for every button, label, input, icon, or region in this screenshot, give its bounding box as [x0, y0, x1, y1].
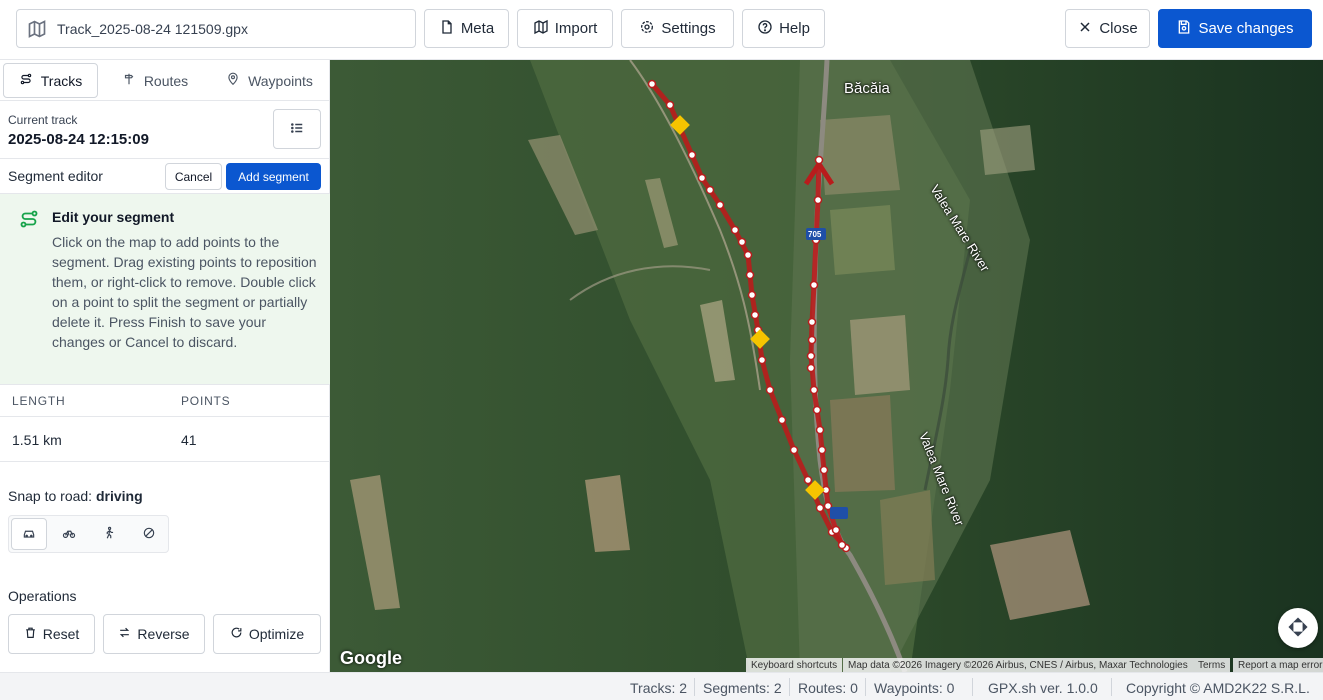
optimize-button[interactable]: Optimize: [213, 614, 321, 654]
file-name-field[interactable]: Track_2025-08-24 121509.gpx: [16, 9, 416, 48]
report-map-error-link[interactable]: Report a map error: [1233, 658, 1323, 672]
snap-cycling-button[interactable]: [51, 518, 87, 550]
optimize-label: Optimize: [248, 626, 305, 642]
route-icon: [18, 208, 40, 230]
segments-count: Segments: 2: [703, 680, 782, 696]
map-data-attribution: Map data ©2026 Imagery ©2026 Airbus, CNE…: [843, 658, 1193, 672]
map-icon: [27, 19, 47, 39]
reset-button[interactable]: Reset: [8, 614, 95, 654]
divider: [865, 678, 866, 696]
reverse-label: Reverse: [137, 626, 190, 642]
meta-label: Meta: [460, 20, 495, 37]
track-list-button[interactable]: [273, 109, 321, 149]
refresh-icon: [230, 626, 243, 642]
app-version: GPX.sh ver. 1.0.0: [988, 680, 1098, 696]
save-changes-button[interactable]: Save changes: [1158, 9, 1312, 48]
help-icon: [757, 19, 773, 39]
gear-icon: [639, 19, 655, 39]
tab-bar: Tracks Routes Waypoints: [0, 60, 330, 101]
meta-button[interactable]: Meta: [424, 9, 509, 48]
info-title: Edit your segment: [52, 209, 175, 225]
top-bar: Track_2025-08-24 121509.gpx Meta Import …: [0, 0, 1323, 60]
waypoints-count: Waypoints: 0: [874, 680, 955, 696]
info-body: Click on the map to add points to the se…: [52, 234, 317, 350]
car-icon: [22, 526, 36, 543]
current-track-label: Current track: [8, 113, 78, 127]
none-icon: [142, 526, 156, 543]
add-segment-button[interactable]: Add segment: [226, 163, 321, 190]
segment-editor-title: Segment editor: [8, 168, 103, 184]
segment-editor-bar: Segment editor Cancel Add segment: [0, 158, 330, 194]
save-label: Save changes: [1198, 20, 1294, 37]
walk-icon: [102, 526, 116, 543]
map-view[interactable]: Băcăia Valea Mare River Valea Mare River…: [330, 60, 1323, 672]
snap-walking-button[interactable]: [91, 518, 127, 550]
divider: [1111, 678, 1112, 696]
close-icon: [1077, 19, 1093, 39]
length-value: 1.51 km: [12, 432, 62, 448]
divider: [694, 678, 695, 696]
snap-driving-button[interactable]: [11, 518, 47, 550]
tab-waypoints-label: Waypoints: [248, 72, 313, 89]
points-value: 41: [181, 432, 197, 448]
import-label: Import: [554, 20, 598, 37]
satellite-imagery: [330, 60, 1323, 672]
points-header: POINTS: [181, 394, 231, 408]
divider: [972, 678, 973, 696]
close-button[interactable]: Close: [1065, 9, 1150, 48]
current-track-value: 2025-08-24 12:15:09: [8, 131, 149, 148]
place-label: Băcăia: [844, 80, 890, 97]
snap-label-text: Snap to road:: [8, 488, 93, 504]
recenter-button[interactable]: [1278, 608, 1318, 648]
copyright: Copyright © AMD2K22 S.R.L.: [1126, 680, 1310, 696]
help-button[interactable]: Help: [742, 9, 825, 48]
tab-routes[interactable]: Routes: [105, 63, 205, 98]
routes-count: Routes: 0: [798, 680, 858, 696]
tab-tracks[interactable]: Tracks: [3, 63, 98, 98]
map-pin-icon: [226, 72, 240, 89]
edit-info-box: Edit your segment Click on the map to ad…: [0, 194, 330, 384]
snap-to-road-label: Snap to road: driving: [8, 488, 143, 504]
trash-icon: [24, 626, 37, 642]
tab-waypoints[interactable]: Waypoints: [212, 63, 327, 98]
swap-icon: [118, 626, 131, 642]
settings-button[interactable]: Settings: [621, 9, 734, 48]
close-label: Close: [1099, 20, 1138, 37]
segment-stats: LENGTH POINTS 1.51 km 41: [0, 384, 330, 462]
segment-cancel-button[interactable]: Cancel: [165, 163, 222, 190]
snap-mode: driving: [95, 488, 143, 504]
tab-routes-label: Routes: [143, 72, 189, 89]
move-icon: [1287, 616, 1309, 641]
save-icon: [1176, 19, 1192, 39]
snap-mode-group: [8, 515, 169, 553]
operations-label: Operations: [8, 588, 77, 604]
keyboard-shortcuts-link[interactable]: Keyboard shortcuts: [746, 658, 843, 672]
list-icon: [290, 121, 304, 138]
file-icon: [439, 19, 455, 39]
signpost-icon: [122, 72, 136, 89]
route-icon: [19, 72, 33, 89]
status-bar: Tracks: 2 Segments: 2 Routes: 0 Waypoint…: [0, 672, 1323, 700]
settings-label: Settings: [661, 20, 716, 37]
reverse-button[interactable]: Reverse: [103, 614, 205, 654]
snap-none-button[interactable]: [131, 518, 167, 550]
divider: [789, 678, 790, 696]
side-panel: Tracks Routes Waypoints Current track 20…: [0, 60, 330, 672]
help-label: Help: [779, 20, 810, 37]
file-name: Track_2025-08-24 121509.gpx: [57, 20, 248, 37]
google-logo: Google: [340, 648, 402, 668]
import-button[interactable]: Import: [517, 9, 613, 48]
tracks-count: Tracks: 2: [630, 680, 688, 696]
reset-label: Reset: [42, 626, 80, 642]
bike-icon: [62, 526, 76, 543]
length-header: LENGTH: [12, 394, 66, 408]
road-shield-705: 705: [808, 230, 822, 239]
map-icon: [533, 19, 549, 39]
tab-tracks-label: Tracks: [40, 72, 83, 89]
stats-header: LENGTH POINTS: [0, 385, 330, 417]
terms-link[interactable]: Terms: [1193, 658, 1231, 672]
